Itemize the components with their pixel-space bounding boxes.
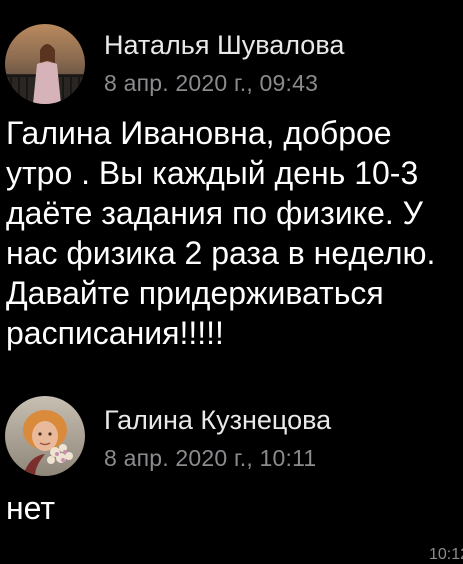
comment-timestamp: 8 апр. 2020 г., 10:11 xyxy=(104,445,317,471)
avatar-photo xyxy=(5,396,85,476)
author-name[interactable]: Галина Кузнецова xyxy=(104,404,331,436)
avatar[interactable] xyxy=(5,24,85,104)
comment-item: Галина Кузнецова 8 апр. 2020 г., 10:11 н… xyxy=(0,390,463,563)
comment-text: нет xyxy=(6,490,56,526)
avatar-photo xyxy=(5,24,85,104)
next-comment-timestamp: 10:12 xyxy=(428,546,463,563)
comment-timestamp: 8 апр. 2020 г., 09:43 xyxy=(104,70,319,96)
comment-text: Галина Ивановна, доброе утро . Вы каждый… xyxy=(6,115,436,351)
author-name[interactable]: Наталья Шувалова xyxy=(104,29,344,61)
avatar[interactable] xyxy=(5,396,85,476)
comment-item: Наталья Шувалова 8 апр. 2020 г., 09:43 Г… xyxy=(0,0,463,390)
